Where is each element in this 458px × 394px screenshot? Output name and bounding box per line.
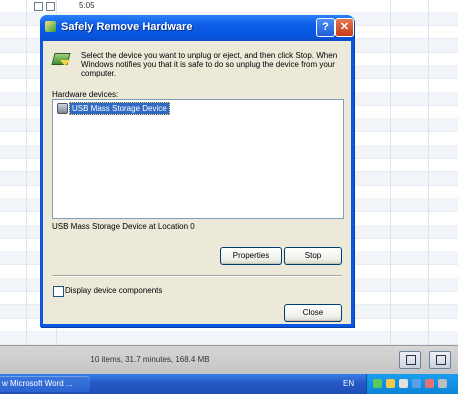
- dialog-titlebar[interactable]: Safely Remove Hardware ? ✕: [40, 15, 354, 41]
- checkbox-icon[interactable]: [34, 2, 43, 11]
- shield-icon[interactable]: [386, 379, 395, 388]
- dialog-client: Select the device you want to unplug or …: [43, 41, 351, 324]
- divider: [52, 275, 342, 277]
- hardware-devices-label: Hardware devices:: [52, 90, 119, 99]
- columns-icon: [436, 355, 446, 365]
- close-icon[interactable]: ✕: [335, 18, 354, 37]
- taskbar: w Microsoft Word ... EN: [0, 374, 458, 394]
- status-summary: 10 items, 31.7 minutes, 168.4 MB: [90, 355, 210, 364]
- device-location-text: USB Mass Storage Device at Location 0: [52, 222, 195, 231]
- eject-hardware-icon: [51, 51, 71, 67]
- clock-icon[interactable]: [438, 379, 447, 388]
- instructions-text: Select the device you want to unplug or …: [81, 51, 338, 78]
- network-icon[interactable]: [373, 379, 382, 388]
- safely-remove-hardware-dialog: Safely Remove Hardware ? ✕ Select the de…: [40, 15, 354, 327]
- column-divider: [26, 0, 27, 345]
- close-button[interactable]: Close: [284, 304, 342, 322]
- display-components-label[interactable]: Display device components: [65, 286, 162, 295]
- save-icon: [406, 355, 416, 365]
- taskbar-item-word[interactable]: w Microsoft Word ...: [0, 376, 90, 392]
- hardware-icon: [45, 21, 56, 32]
- volume-icon[interactable]: [412, 379, 421, 388]
- system-tray: [366, 374, 458, 394]
- hardware-devices-list[interactable]: USB Mass Storage Device: [52, 99, 344, 219]
- device-label: USB Mass Storage Device: [69, 102, 170, 115]
- background-time: 5:05: [79, 1, 95, 10]
- columns-icon-button[interactable]: [429, 351, 451, 369]
- status-bar: 10 items, 31.7 minutes, 168.4 MB: [0, 345, 458, 375]
- column-divider: [390, 0, 391, 345]
- checkbox-icon[interactable]: [46, 2, 55, 11]
- usb-tray-icon[interactable]: [399, 379, 408, 388]
- language-indicator[interactable]: EN: [343, 379, 354, 388]
- properties-button[interactable]: Properties: [220, 247, 282, 265]
- dialog-title: Safely Remove Hardware: [61, 21, 193, 33]
- column-divider: [428, 0, 429, 345]
- display-components-checkbox[interactable]: [53, 286, 64, 297]
- stop-button[interactable]: Stop: [284, 247, 342, 265]
- usb-device-icon: [57, 103, 68, 114]
- help-button[interactable]: ?: [316, 18, 335, 37]
- save-icon-button[interactable]: [399, 351, 421, 369]
- antivirus-icon[interactable]: [425, 379, 434, 388]
